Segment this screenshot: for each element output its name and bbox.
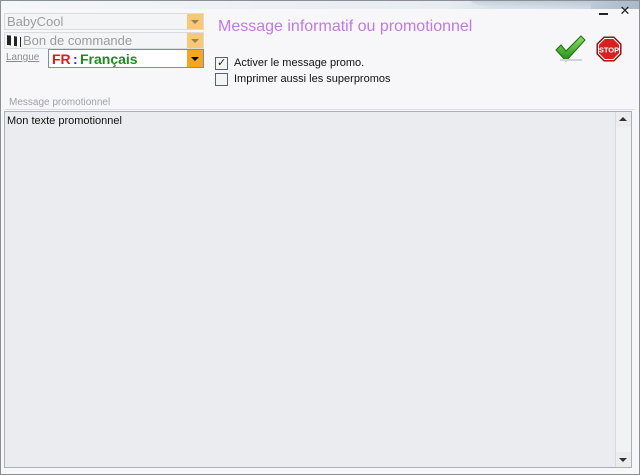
document-type-select[interactable]: Bon de commande [4, 32, 204, 49]
stop-sign-text: STOP [599, 46, 619, 55]
vertical-scrollbar[interactable] [615, 112, 631, 467]
ok-button[interactable] [554, 34, 586, 64]
document-type-value: Bon de commande [23, 33, 133, 48]
close-button[interactable]: ✕ [615, 5, 635, 21]
promo-message-textarea[interactable]: Mon texte promotionnel [4, 111, 632, 468]
stop-button[interactable]: STOP [596, 36, 622, 62]
language-select[interactable]: FR : Français [48, 49, 204, 68]
page-title: Message informatif ou promotionnel [218, 18, 473, 35]
promo-message-window: ✕ BabyCool Bon de commande Langue FR : F… [0, 0, 640, 475]
minimize-button[interactable] [593, 5, 613, 21]
chevron-down-icon[interactable] [187, 14, 203, 29]
store-select-value: BabyCool [7, 14, 64, 29]
checkmark-icon [555, 35, 586, 62]
title-bar-decoration [471, 1, 591, 9]
language-label: Langue [6, 52, 40, 63]
chevron-down-icon[interactable] [187, 50, 203, 67]
stop-sign-icon: STOP [596, 36, 622, 62]
title-bar[interactable] [1, 1, 639, 9]
close-icon: ✕ [619, 4, 631, 19]
chevron-down-icon[interactable] [187, 33, 203, 48]
checkered-flag-icon [7, 35, 21, 47]
promo-message-text[interactable]: Mon texte promotionnel [7, 115, 122, 127]
store-select[interactable]: BabyCool [4, 13, 204, 30]
language-code: FR [52, 51, 71, 67]
print-superpromos-checkbox[interactable] [215, 73, 228, 86]
activate-promo-label[interactable]: Activer le message promo. [234, 57, 364, 69]
message-section-label: Message promotionnel [9, 97, 111, 108]
language-separator: : [73, 51, 78, 67]
activate-promo-checkbox[interactable] [215, 56, 228, 70]
section-divider [5, 109, 635, 110]
scroll-up-icon[interactable] [616, 112, 631, 127]
minimize-icon [598, 13, 608, 15]
scroll-down-icon[interactable] [616, 452, 631, 467]
print-superpromos-label[interactable]: Imprimer aussi les superpromos [234, 73, 391, 85]
language-name: Français [80, 51, 138, 67]
